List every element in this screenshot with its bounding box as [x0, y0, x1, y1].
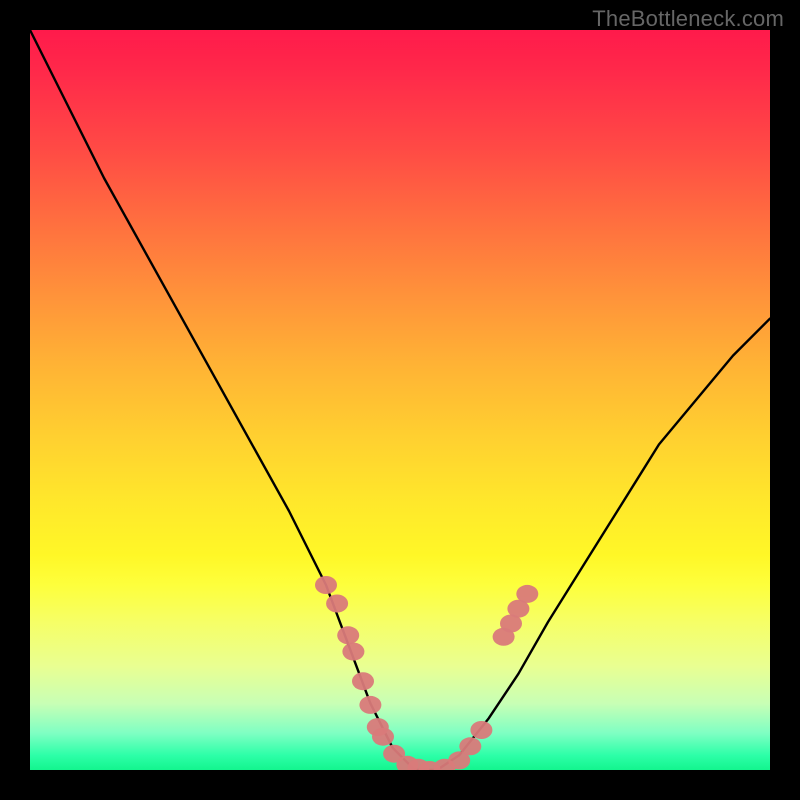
chart-frame: TheBottleneck.com — [0, 0, 800, 800]
gradient-background — [30, 30, 770, 770]
plot-area — [30, 30, 770, 770]
attribution-label: TheBottleneck.com — [592, 6, 784, 32]
